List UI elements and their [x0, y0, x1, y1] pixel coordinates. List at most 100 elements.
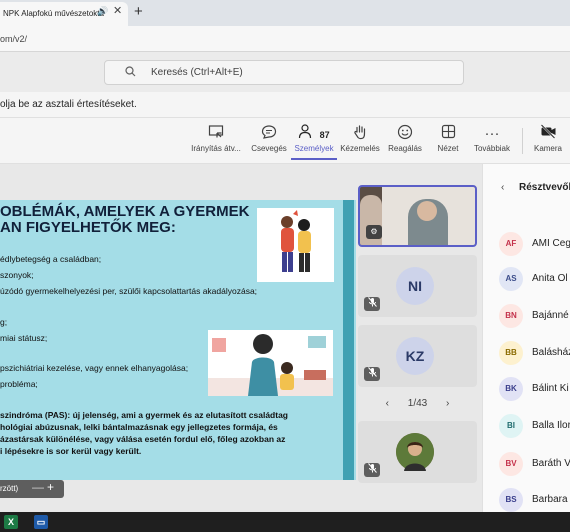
- notification-text: olja be az asztali értesítéseket.: [0, 99, 137, 110]
- slide-line: probléma;: [0, 379, 38, 389]
- video-person-head: [417, 201, 437, 221]
- participant-avatar: BN: [499, 304, 523, 328]
- participant-name: Baráth V: [532, 458, 570, 469]
- participant-avatar: AS: [499, 267, 523, 291]
- people-label: Személyek: [294, 144, 334, 153]
- slide-bold-line: szindróma (PAS): új jelenség, ami a gyer…: [0, 410, 288, 420]
- participants-panel: ‹ Résztvevők AF AMI Ceg AS Anita Ol BN B…: [482, 164, 570, 512]
- meeting-stage: OBLÉMÁK, AMELYEK A GYERMEK AN FIGYELHETŐ…: [0, 164, 482, 512]
- participant-tile[interactable]: NI: [358, 255, 477, 317]
- slide-line: szonyok;: [0, 270, 34, 280]
- couple-argument-illustration: [257, 208, 334, 282]
- shared-presentation-slide[interactable]: OBLÉMÁK, AMELYEK A GYERMEK AN FIGYELHETŐ…: [0, 200, 356, 480]
- participant-name: AMI Ceg: [532, 238, 570, 249]
- participant-avatar: KZ: [396, 337, 434, 375]
- self-video-tile[interactable]: ⚙: [358, 185, 477, 247]
- search-icon: [125, 66, 136, 80]
- camera-button[interactable]: Kamera: [528, 124, 568, 153]
- teams-header: Keresés (Ctrl+Alt+E): [0, 52, 570, 92]
- notification-banner: olja be az asztali értesítéseket.: [0, 92, 570, 118]
- slide-line: miai státusz;: [0, 333, 48, 343]
- pager-text: 1/43: [407, 398, 428, 409]
- participant-name: Balásház: [532, 347, 570, 358]
- participant-name: Barbara: [532, 494, 568, 505]
- mic-off-icon: [364, 463, 380, 477]
- raise-hand-button[interactable]: Kézemelés: [338, 124, 382, 153]
- slide-line: g;: [0, 317, 8, 327]
- participant-photo-avatar: [396, 433, 434, 471]
- panel-back-button[interactable]: ‹: [501, 182, 504, 193]
- participant-name: Bajánné: [532, 310, 569, 321]
- tab-close-button[interactable]: ✕: [113, 4, 122, 17]
- slide-bold-line: i lépésekre is sor kerül vagy került.: [0, 446, 142, 456]
- zoom-out-button[interactable]: —: [32, 480, 44, 494]
- people-count: 87: [319, 130, 330, 141]
- slide-line: pszichiátriai kezelése, vagy ennek elhan…: [0, 363, 189, 373]
- participant-avatar: BV: [499, 452, 523, 476]
- chat-button[interactable]: Csevegés: [248, 124, 290, 153]
- participant-tile[interactable]: [358, 421, 477, 483]
- share-control-label: Irányítás átv...: [191, 144, 241, 153]
- zoom-label: rzött): [0, 484, 19, 493]
- pager-prev-button[interactable]: ‹: [386, 398, 389, 409]
- slide-title-line-1: OBLÉMÁK, AMELYEK A GYERMEK: [0, 203, 250, 220]
- app-taskbar-icon[interactable]: ▭: [34, 515, 48, 529]
- chat-icon: [248, 124, 290, 144]
- excel-taskbar-icon[interactable]: X: [4, 515, 18, 529]
- url-text: om/v2/: [0, 34, 28, 44]
- more-label: Továbbiak: [473, 144, 511, 153]
- participant-avatar: AF: [499, 232, 523, 256]
- mic-off-icon: [364, 297, 380, 311]
- os-taskbar: X ▭: [0, 512, 570, 532]
- slide-title: OBLÉMÁK, AMELYEK A GYERMEK AN FIGYELHETŐ…: [0, 204, 260, 236]
- speaker-icon[interactable]: 🔊: [97, 6, 108, 17]
- camera-label: Kamera: [533, 144, 562, 153]
- emoji-icon: [385, 124, 425, 144]
- mic-off-icon: [364, 367, 380, 381]
- raise-hand-icon: [338, 124, 382, 144]
- pager-next-button[interactable]: ›: [446, 398, 449, 409]
- more-button[interactable]: ··· Továbbiak: [469, 124, 515, 153]
- view-label: Nézet: [437, 144, 459, 153]
- camera-off-icon: [528, 124, 568, 144]
- slide-line: édlybetegség a családban;: [0, 254, 102, 264]
- active-tab-indicator: [291, 158, 337, 160]
- more-icon: ···: [484, 125, 500, 142]
- video-effects-icon[interactable]: ⚙: [366, 225, 382, 239]
- video-person: [360, 195, 382, 245]
- participant-pager: ‹ 1/43 ›: [358, 398, 477, 409]
- toolbar-divider: [522, 128, 523, 154]
- participant-avatar: BI: [499, 414, 523, 438]
- share-control-icon: [186, 124, 246, 144]
- participant-avatar: NI: [396, 267, 434, 305]
- participant-name: Balla Ilor: [532, 420, 570, 431]
- people-icon: [298, 124, 316, 143]
- slide-accent-stripe: [343, 200, 354, 480]
- participant-name: Bálint Ki: [532, 383, 569, 394]
- search-input[interactable]: Keresés (Ctrl+Alt+E): [104, 60, 464, 85]
- zoom-in-button[interactable]: +: [47, 480, 54, 494]
- address-bar[interactable]: om/v2/: [0, 26, 570, 52]
- view-button[interactable]: Nézet: [432, 124, 464, 153]
- share-control-button[interactable]: Irányítás átv...: [186, 124, 246, 153]
- meeting-toolbar: Irányítás átv... Csevegés 87 Személyek K…: [0, 118, 570, 164]
- participant-avatar: BB: [499, 341, 523, 365]
- search-placeholder: Keresés (Ctrl+Alt+E): [151, 67, 243, 78]
- browser-tab-strip: NPK Alapfokú művészetokta 🔊 ✕ +: [0, 0, 570, 26]
- family-stress-illustration: [208, 330, 333, 396]
- tab-title: NPK Alapfokú művészetokta: [3, 9, 104, 18]
- participant-tile[interactable]: KZ: [358, 325, 477, 387]
- slide-bold-line: ázastársak különélése, vagy válása eseté…: [0, 434, 286, 444]
- new-tab-button[interactable]: +: [134, 3, 143, 20]
- participant-avatar: BS: [499, 488, 523, 512]
- slide-bold-line: hológiai abúzusnak, lelki bántalmazásnak…: [0, 422, 278, 432]
- grid-view-icon: [432, 124, 464, 144]
- raise-hand-label: Kézemelés: [340, 144, 380, 153]
- participant-avatar: BK: [499, 377, 523, 401]
- react-label: Reagálás: [388, 144, 422, 153]
- people-button[interactable]: 87 Személyek: [291, 124, 337, 160]
- browser-tab[interactable]: NPK Alapfokú művészetokta: [0, 2, 128, 26]
- participant-name: Anita Ol: [532, 273, 568, 284]
- panel-title: Résztvevők: [519, 182, 570, 193]
- react-button[interactable]: Reagálás: [385, 124, 425, 153]
